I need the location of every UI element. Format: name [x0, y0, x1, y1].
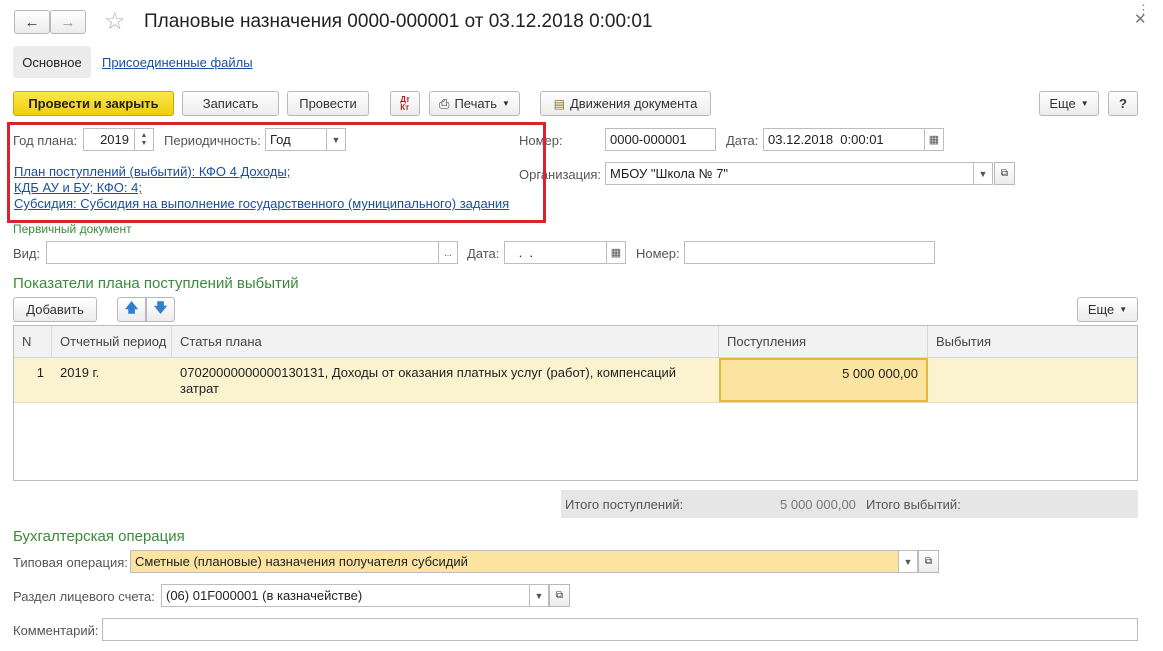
- back-button[interactable]: ←: [14, 10, 50, 34]
- move-up-button[interactable]: 🡅: [117, 297, 146, 322]
- close-icon[interactable]: ✕: [1134, 10, 1147, 28]
- cell-expense: [928, 358, 1137, 403]
- open-section-button[interactable]: ⧉: [549, 584, 570, 607]
- table-more-label: Еще: [1087, 302, 1115, 317]
- open-org-button[interactable]: ⧉: [994, 162, 1015, 185]
- date-field[interactable]: 03.12.2018 0:00:01 ▦: [763, 128, 944, 151]
- column-header-expense[interactable]: Выбытия: [928, 326, 1137, 358]
- total-income-value: 5 000 000,00: [780, 497, 856, 512]
- post-label: Провести: [299, 96, 357, 111]
- kind-field[interactable]: ...: [46, 241, 458, 264]
- table-row[interactable]: 1 2019 г. 07020000000000130131, Доходы о…: [14, 358, 1137, 403]
- window-title: Плановые назначения 0000-000001 от 03.12…: [144, 11, 653, 32]
- doc-date-label: Дата:: [467, 246, 500, 261]
- cell-article: 07020000000000130131, Доходы от оказания…: [180, 365, 677, 396]
- chevron-down-icon[interactable]: ▼: [529, 585, 548, 606]
- arrow-right-icon: →: [60, 13, 76, 31]
- tab-files[interactable]: Присоединенные файлы: [102, 55, 253, 70]
- section-value: (06) 01F000001 (в казначействе): [166, 588, 363, 603]
- doc-number-field[interactable]: [684, 241, 935, 264]
- chevron-down-icon: ▼: [1080, 99, 1089, 108]
- tab-main-label: Основное: [22, 54, 82, 70]
- calendar-icon[interactable]: ▦: [924, 129, 943, 150]
- arrow-up-icon: 🡅: [124, 299, 139, 315]
- dt-kt-icon: Дт Кт: [400, 94, 410, 112]
- comment-label: Комментарий:: [13, 623, 99, 638]
- more-label: Еще: [1049, 96, 1076, 111]
- operation-value: Сметные (плановые) назначения получателя…: [135, 554, 468, 569]
- table-more-button[interactable]: Еще ▼: [1077, 297, 1138, 322]
- post-and-close-button[interactable]: Провести и закрыть: [13, 91, 174, 116]
- kind-label: Вид:: [13, 246, 41, 261]
- tab-main[interactable]: Основное: [13, 46, 91, 78]
- chevron-down-icon: ▼: [502, 99, 510, 108]
- star-icon[interactable]: ☆: [104, 9, 126, 35]
- help-label: ?: [1119, 96, 1127, 111]
- calendar-icon[interactable]: ▦: [606, 242, 625, 263]
- dt-kt-button[interactable]: Дт Кт: [390, 91, 420, 116]
- number-value: 0000-000001: [610, 132, 687, 147]
- add-label: Добавить: [26, 302, 84, 317]
- doc-number-label: Номер:: [636, 246, 680, 261]
- open-icon: ⧉: [924, 556, 933, 567]
- operation-label: Типовая операция:: [13, 555, 128, 570]
- more-button[interactable]: Еще ▼: [1039, 91, 1099, 116]
- report-icon: ▤: [553, 96, 565, 111]
- movements-button[interactable]: ▤ Движения документа: [540, 91, 711, 116]
- primary-doc-title: Первичный документ: [13, 222, 132, 236]
- operation-field[interactable]: Сметные (плановые) назначения получателя…: [130, 550, 918, 573]
- chevron-down-icon[interactable]: ▼: [898, 551, 917, 572]
- comment-field[interactable]: [102, 618, 1138, 641]
- help-button[interactable]: ?: [1108, 91, 1138, 116]
- number-field[interactable]: 0000-000001: [605, 128, 716, 151]
- doc-date-field[interactable]: . . ▦: [504, 241, 626, 264]
- highlight-frame: [7, 122, 546, 223]
- chevron-down-icon: ▼: [1119, 305, 1128, 314]
- save-label: Записать: [202, 96, 259, 111]
- movements-label: Движения документа: [569, 96, 698, 111]
- cell-income[interactable]: 5 000 000,00: [719, 358, 928, 402]
- total-income-label: Итого поступлений:: [565, 497, 684, 512]
- cell-period: 2019 г.: [60, 365, 100, 380]
- arrow-down-icon: 🡇: [153, 299, 168, 315]
- arrow-left-icon: ←: [24, 13, 40, 31]
- column-header-article[interactable]: Статья плана: [172, 326, 719, 358]
- print-label: Печать: [454, 96, 498, 111]
- open-icon: ⧉: [555, 590, 564, 601]
- column-header-n[interactable]: N: [14, 326, 52, 358]
- total-expense-label: Итого выбытий:: [866, 497, 961, 512]
- indicators-table[interactable]: N Отчетный период Статья плана Поступлен…: [13, 325, 1138, 481]
- doc-date-value: . .: [515, 245, 534, 260]
- post-button[interactable]: Провести: [287, 91, 369, 116]
- date-label: Дата:: [726, 133, 759, 148]
- org-value: МБОУ "Школа № 7": [610, 166, 729, 181]
- org-field[interactable]: МБОУ "Школа № 7" ▼: [605, 162, 993, 185]
- section-field[interactable]: (06) 01F000001 (в казначействе) ▼: [161, 584, 549, 607]
- open-operation-button[interactable]: ⧉: [918, 550, 939, 573]
- print-button[interactable]: ⎙ Печать ▼: [429, 91, 520, 116]
- printer-icon: ⎙: [439, 95, 450, 111]
- indicators-title: Показатели плана поступлений выбытий: [13, 275, 299, 292]
- post-and-close-label: Провести и закрыть: [28, 96, 159, 111]
- select-dots-icon[interactable]: ...: [438, 242, 457, 263]
- chevron-down-icon[interactable]: ▼: [973, 163, 992, 184]
- accounting-title: Бухгалтерская операция: [13, 528, 185, 545]
- forward-button[interactable]: →: [50, 10, 86, 34]
- add-button[interactable]: Добавить: [13, 297, 97, 322]
- column-header-period[interactable]: Отчетный период: [52, 326, 172, 358]
- save-button[interactable]: Записать: [182, 91, 279, 116]
- section-label: Раздел лицевого счета:: [13, 589, 155, 604]
- move-down-button[interactable]: 🡇: [146, 297, 175, 322]
- cell-n: 1: [36, 365, 44, 380]
- column-header-income[interactable]: Поступления: [719, 326, 928, 358]
- date-value: 03.12.2018 0:00:01: [768, 132, 884, 147]
- open-icon: ⧉: [1000, 168, 1009, 179]
